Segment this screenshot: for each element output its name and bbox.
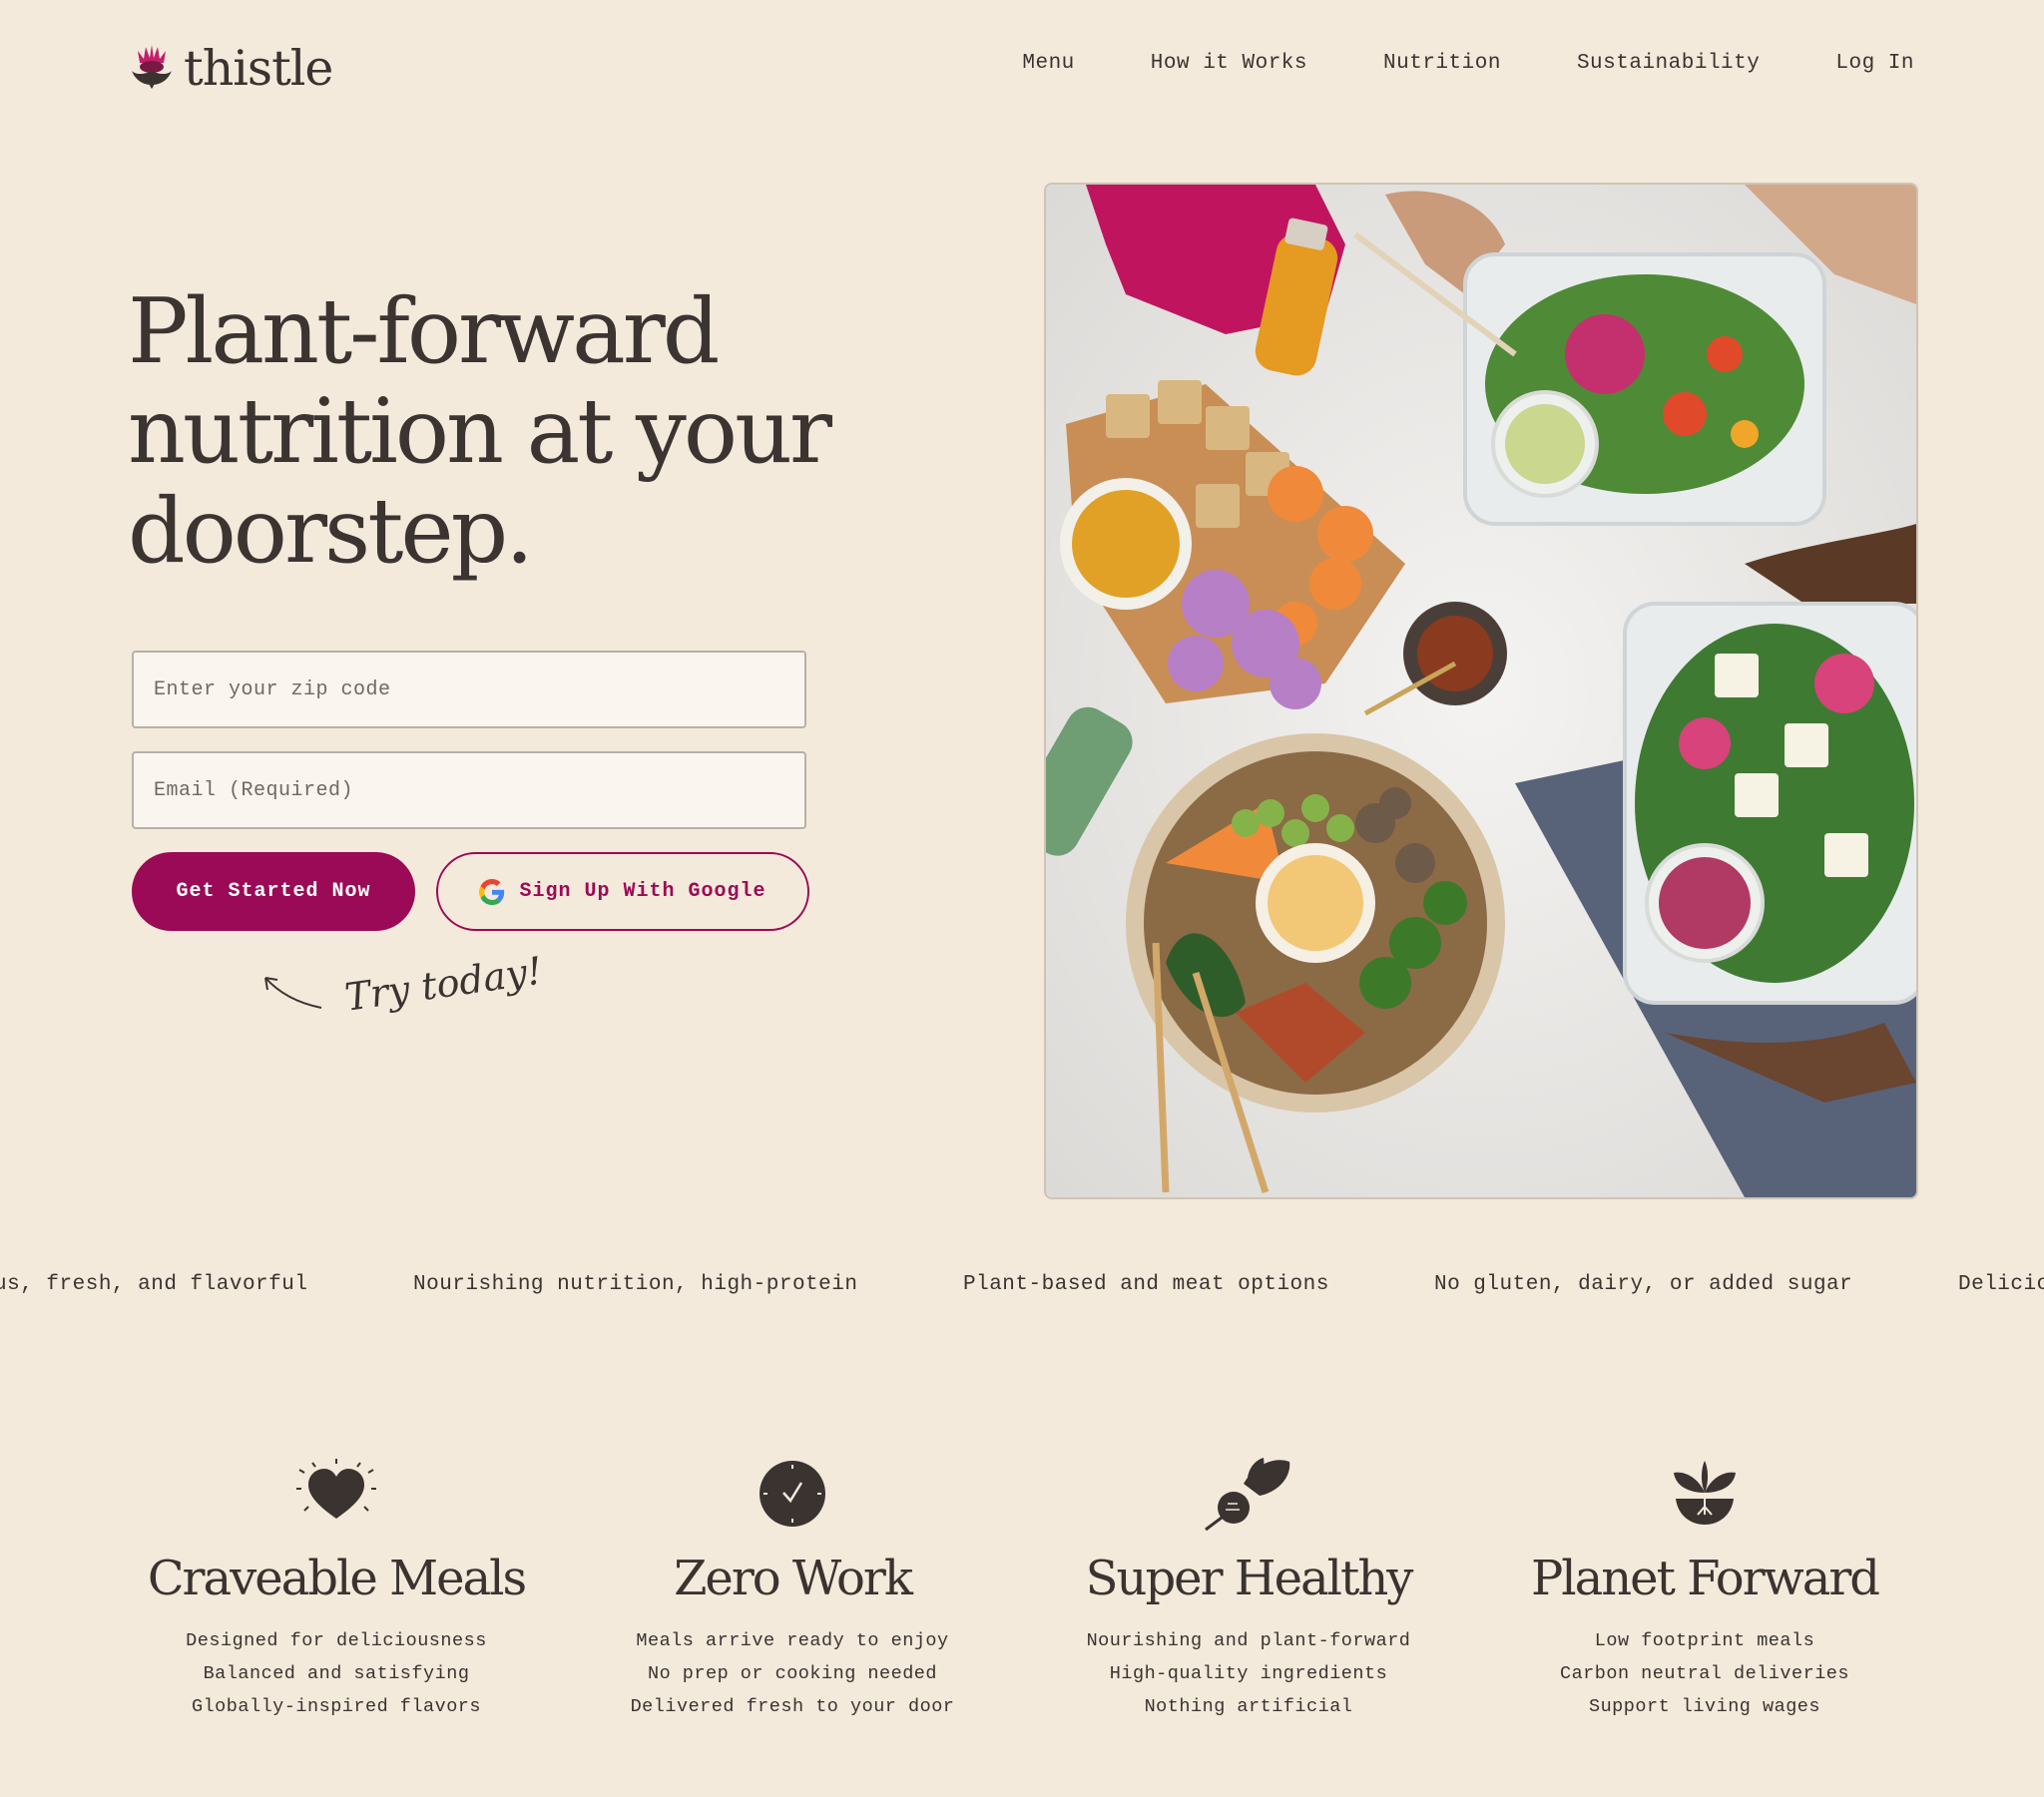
feature-line: Delivered fresh to your door <box>630 1696 955 1717</box>
feature-line: Meals arrive ready to enjoy <box>636 1630 949 1651</box>
beet-icon <box>1039 1458 1458 1532</box>
nav-menu[interactable]: Menu <box>1022 52 1074 75</box>
brand-name: thistle <box>184 40 333 97</box>
feature-title: Super Healthy <box>1085 1551 1414 1606</box>
feature-zero-work: Zero Work Meals arrive ready to enjoy No… <box>583 1459 1002 1723</box>
nav-log-in[interactable]: Log In <box>1835 52 1914 75</box>
feature-title: Craveable Meals <box>147 1551 527 1606</box>
feature-line: Nothing artificial <box>1144 1696 1353 1717</box>
nav-sustainability[interactable]: Sustainability <box>1577 52 1760 75</box>
logo[interactable]: thistle <box>130 40 333 97</box>
hero-headline: Plant-forward nutrition at your doorstep… <box>128 279 832 584</box>
feature-title: Planet Forward <box>1530 1551 1880 1606</box>
ticker-item: Nourishing nutrition, high-protein <box>413 1273 858 1296</box>
ticker-item: No gluten, dairy, or added sugar <box>1434 1273 1853 1296</box>
clock-icon <box>583 1459 1002 1529</box>
feature-planet-forward: Planet Forward Low footprint meals Carbo… <box>1495 1459 1914 1723</box>
nav-how-it-works[interactable]: How it Works <box>1151 52 1307 75</box>
benefits-ticker: us, fresh, and flavorful Nourishing nutr… <box>0 1273 2044 1313</box>
google-signup-label: Sign Up With Google <box>519 880 766 903</box>
get-started-button[interactable]: Get Started Now <box>132 852 415 931</box>
feature-line: No prep or cooking needed <box>647 1663 938 1684</box>
ticker-item: Delicio <box>1958 1273 2044 1296</box>
email-input[interactable] <box>132 751 806 829</box>
food-spread-image <box>1046 185 1916 1197</box>
zip-code-input[interactable] <box>132 651 806 728</box>
ticker-item: us, fresh, and flavorful <box>0 1273 308 1296</box>
feature-super-healthy: Super Healthy Nourishing and plant-forwa… <box>1039 1458 1458 1723</box>
feature-line: Balanced and satisfying <box>203 1663 470 1684</box>
heart-icon <box>127 1459 546 1529</box>
feature-line: Carbon neutral deliveries <box>1559 1663 1850 1684</box>
get-started-label: Get Started Now <box>176 880 371 903</box>
feature-line: High-quality ingredients <box>1109 1663 1388 1684</box>
feature-title: Zero Work <box>674 1551 913 1606</box>
feature-line: Globally-inspired flavors <box>191 1696 482 1717</box>
google-signup-button[interactable]: Sign Up With Google <box>436 852 809 931</box>
ticker-item: Plant-based and meat options <box>963 1273 1329 1296</box>
main-nav: Menu How it Works Nutrition Sustainabili… <box>1022 52 1914 75</box>
feature-line: Nourishing and plant-forward <box>1086 1630 1411 1651</box>
feature-line: Support living wages <box>1588 1696 1821 1717</box>
nav-nutrition[interactable]: Nutrition <box>1383 52 1501 75</box>
hero-food-photo <box>1044 183 1918 1199</box>
feature-line: Low footprint meals <box>1594 1630 1815 1651</box>
thistle-logo-icon <box>132 44 172 89</box>
feature-craveable-meals: Craveable Meals Designed for deliciousne… <box>127 1459 546 1723</box>
feature-line: Designed for deliciousness <box>186 1630 487 1651</box>
google-icon <box>479 878 505 905</box>
sprout-icon <box>1495 1459 1914 1529</box>
